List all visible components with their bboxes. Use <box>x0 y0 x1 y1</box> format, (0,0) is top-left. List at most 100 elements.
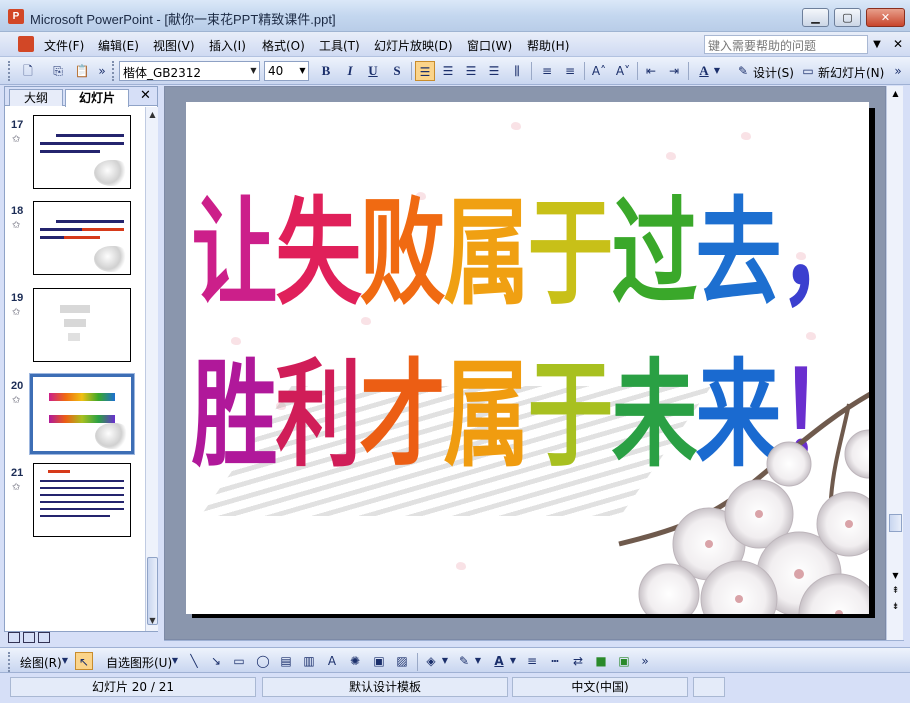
slide-title-line-1[interactable]: 让失败属于过去， <box>186 180 869 321</box>
select-pointer-icon[interactable]: ↖ <box>75 652 93 670</box>
new-slide-button[interactable]: 新幻灯片(N) <box>818 64 884 81</box>
align-center-icon[interactable]: ☰ <box>438 61 458 81</box>
chevron-down-icon[interactable]: ▼ <box>870 35 884 54</box>
copy-icon[interactable]: ⎘ <box>48 61 68 81</box>
chevron-down-icon[interactable]: ▼ <box>508 652 518 670</box>
menu-view[interactable]: 视图(V) <box>153 37 195 54</box>
autoshapes-button[interactable]: 自选图形(U) <box>106 654 172 671</box>
clip-art-icon[interactable]: ▣ <box>370 652 388 670</box>
normal-view-icon[interactable] <box>8 632 20 643</box>
menu-slideshow[interactable]: 幻灯片放映(D) <box>374 37 453 54</box>
3d-style-icon[interactable]: ▣ <box>615 652 633 670</box>
slide-canvas[interactable]: 让失败属于过去， 胜利才属于未来！ <box>186 102 869 614</box>
document-icon[interactable] <box>18 36 34 52</box>
thumbnail-scrollbar[interactable]: ▲ ▼ <box>145 107 158 631</box>
shadow-style-icon[interactable]: ■ <box>592 652 610 670</box>
menu-tools[interactable]: 工具(T) <box>319 37 360 54</box>
decrease-indent-icon[interactable]: ⇤ <box>641 61 661 81</box>
oval-icon[interactable]: ◯ <box>254 652 272 670</box>
scroll-thumb[interactable] <box>889 514 902 532</box>
toolbar-options-icon[interactable]: » <box>96 61 108 81</box>
design-template-status[interactable]: 默认设计模板 <box>262 677 508 697</box>
maximize-button[interactable]: ▢ <box>834 8 861 27</box>
fill-color-icon[interactable]: ◈ <box>422 652 440 670</box>
decrease-font-icon[interactable]: A˅ <box>613 61 633 81</box>
tab-slides[interactable]: 幻灯片 <box>65 89 129 107</box>
previous-slide-icon[interactable]: ⇞ <box>890 586 901 596</box>
minimize-button[interactable]: ▁ <box>802 8 829 27</box>
chevron-down-icon[interactable]: ▼ <box>712 61 722 81</box>
powerpoint-icon[interactable]: P <box>8 9 24 24</box>
arrow-icon[interactable]: ↘ <box>207 652 225 670</box>
menu-help[interactable]: 帮助(H) <box>527 37 569 54</box>
chevron-down-icon[interactable]: ▼ <box>297 62 308 80</box>
design-button[interactable]: 设计(S) <box>753 64 794 81</box>
increase-font-icon[interactable]: A˄ <box>589 61 609 81</box>
tab-outline[interactable]: 大纲 <box>9 89 63 106</box>
line-icon[interactable]: ╲ <box>185 652 203 670</box>
bullets-icon[interactable]: ≡ <box>560 61 580 81</box>
scroll-down-icon[interactable]: ▼ <box>147 615 158 627</box>
chevron-down-icon[interactable]: ▼ <box>60 652 70 670</box>
align-right-icon[interactable]: ☰ <box>461 61 481 81</box>
font-color-icon[interactable]: A <box>490 652 508 670</box>
slide-scrollbar[interactable]: ▲ ▼ ⇞ ⇟ <box>886 86 903 640</box>
align-left-icon[interactable]: ☰ <box>415 61 435 81</box>
line-color-icon[interactable]: ✎ <box>455 652 473 670</box>
toolbar-grip[interactable] <box>8 61 11 81</box>
toolbar-options-icon[interactable]: » <box>892 61 904 81</box>
scroll-up-icon[interactable]: ▲ <box>147 109 158 121</box>
close-icon[interactable]: ✕ <box>140 88 151 103</box>
chevron-down-icon[interactable]: ▼ <box>248 62 259 80</box>
italic-button[interactable]: I <box>340 61 360 81</box>
bold-button[interactable]: B <box>316 61 336 81</box>
diagram-icon[interactable]: ✺ <box>346 652 364 670</box>
font-name-field[interactable]: 楷体_GB2312 <box>119 61 260 81</box>
slide-thumbnail-17[interactable] <box>33 115 131 189</box>
slide-thumbnail-19[interactable] <box>33 288 131 362</box>
document-close-icon[interactable]: ✕ <box>893 37 903 51</box>
design-icon[interactable]: ✎ <box>733 61 753 81</box>
menu-edit[interactable]: 编辑(E) <box>98 37 139 54</box>
menu-insert[interactable]: 插入(I) <box>209 37 246 54</box>
help-search-input[interactable]: 键入需要帮助的问题 <box>704 35 868 54</box>
font-color-icon[interactable]: A <box>694 61 714 81</box>
text-box-icon[interactable]: ▤ <box>277 652 295 670</box>
underline-button[interactable]: U <box>363 61 383 81</box>
slide-thumbnail-18[interactable] <box>33 201 131 275</box>
new-slide-icon[interactable]: ▭ <box>798 61 818 81</box>
rectangle-icon[interactable]: ▭ <box>230 652 248 670</box>
menu-window[interactable]: 窗口(W) <box>467 37 512 54</box>
shadow-button[interactable]: S <box>387 61 407 81</box>
menu-format[interactable]: 格式(O) <box>262 37 305 54</box>
vertical-text-box-icon[interactable]: ▥ <box>300 652 318 670</box>
next-slide-icon[interactable]: ⇟ <box>890 602 901 612</box>
chevron-down-icon[interactable]: ▼ <box>440 652 450 670</box>
picture-icon[interactable]: ▨ <box>393 652 411 670</box>
wordart-icon[interactable]: A <box>323 652 341 670</box>
draw-menu-button[interactable]: 绘图(R) <box>20 654 62 671</box>
slide-sorter-view-icon[interactable] <box>23 632 35 643</box>
new-document-icon[interactable]: 🗋 <box>18 61 38 81</box>
slide-thumbnail-21[interactable] <box>33 463 131 537</box>
dash-style-icon[interactable]: ┅ <box>546 652 564 670</box>
slide-thumbnail-20[interactable] <box>29 373 135 455</box>
arrow-style-icon[interactable]: ⇄ <box>569 652 587 670</box>
toolbar-options-icon[interactable]: » <box>640 652 650 670</box>
chevron-down-icon[interactable]: ▼ <box>170 652 180 670</box>
numbering-icon[interactable]: ≡ <box>537 61 557 81</box>
line-style-icon[interactable]: ≡ <box>523 652 541 670</box>
menu-file[interactable]: 文件(F) <box>44 37 84 54</box>
paste-icon[interactable]: 📋 <box>72 61 92 81</box>
increase-indent-icon[interactable]: ⇥ <box>664 61 684 81</box>
scroll-up-icon[interactable]: ▲ <box>889 88 902 100</box>
slideshow-view-icon[interactable] <box>38 632 50 643</box>
scroll-down-icon[interactable]: ▼ <box>889 570 902 582</box>
close-button[interactable]: ✕ <box>866 8 905 27</box>
notes-pane-divider[interactable] <box>164 640 904 646</box>
toolbar-grip[interactable] <box>112 61 115 81</box>
chevron-down-icon[interactable]: ▼ <box>473 652 483 670</box>
toolbar-grip[interactable] <box>8 652 11 672</box>
justify-icon[interactable]: ☰ <box>484 61 504 81</box>
distribute-icon[interactable]: ⫼ <box>507 61 527 81</box>
